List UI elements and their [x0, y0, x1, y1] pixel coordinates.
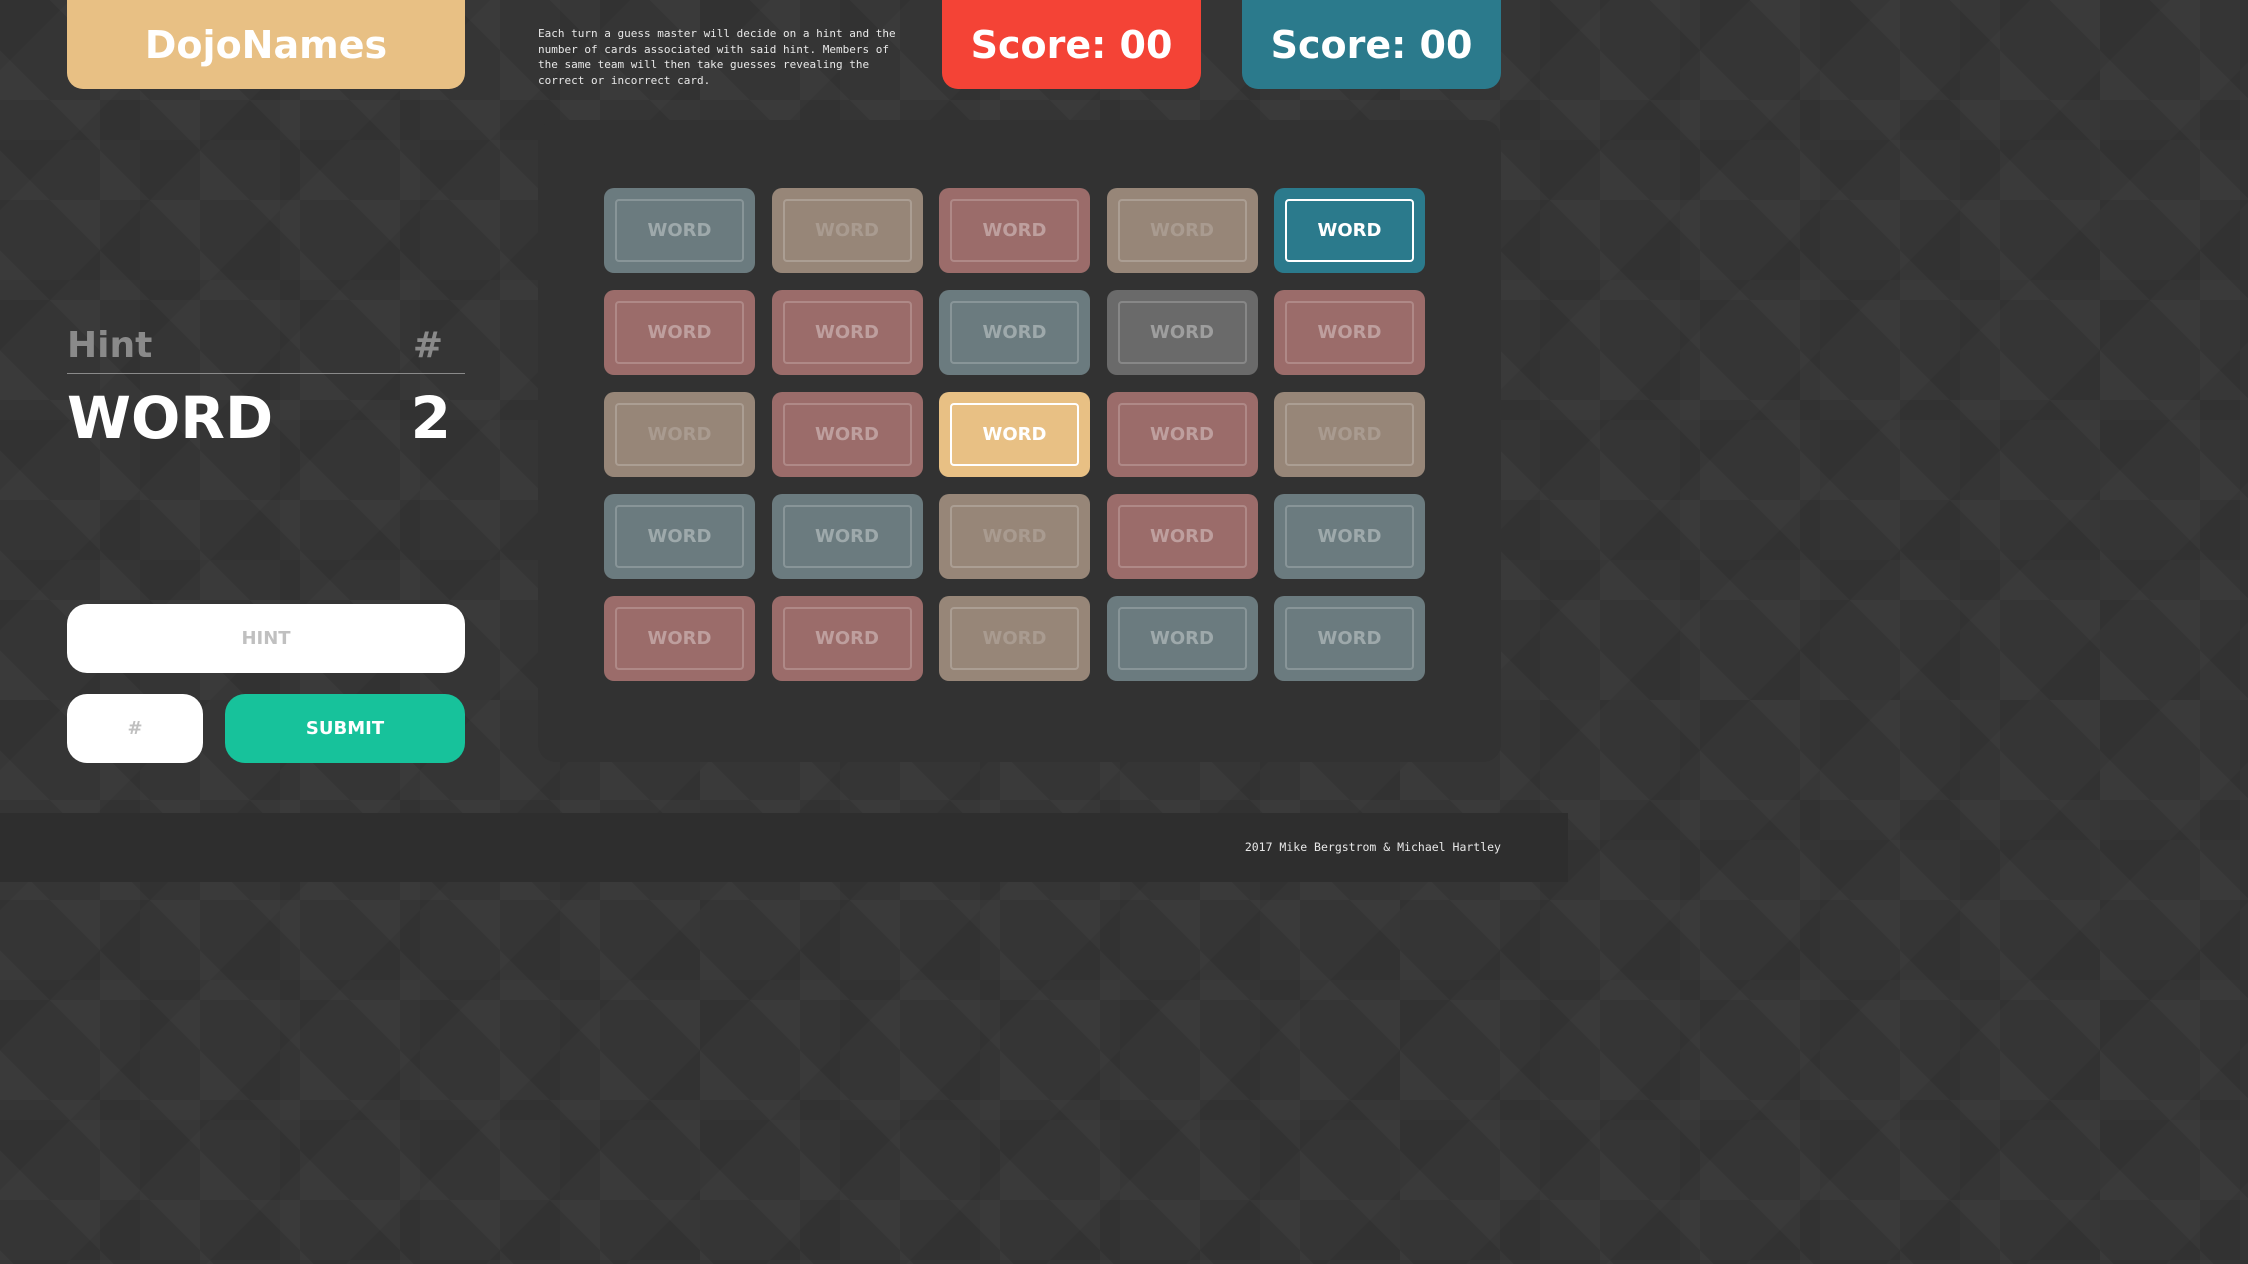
word-card[interactable]: WORD — [939, 290, 1090, 375]
game-board: WORD WORD WORD WORD WORD WORD WORD WORD WORD WORD… — [538, 120, 1501, 762]
word-card[interactable]: WORD — [771, 596, 923, 681]
word-card[interactable]: WORD — [771, 494, 923, 579]
word-card-label: WORD — [615, 199, 744, 262]
word-card[interactable]: WORD — [604, 392, 755, 477]
word-card[interactable]: WORD — [604, 188, 755, 273]
app-logo: DojoNames — [67, 0, 465, 89]
word-card[interactable]: WORD — [1274, 290, 1425, 375]
word-card-label: WORD — [1117, 505, 1247, 568]
word-card-label: WORD — [615, 403, 744, 466]
word-card[interactable]: WORD — [604, 290, 755, 375]
word-card-label: WORD — [1117, 301, 1247, 364]
submit-button[interactable]: SUBMIT — [225, 694, 465, 763]
count-input[interactable] — [67, 694, 203, 763]
word-card-label: WORD — [1285, 607, 1414, 670]
hint-input[interactable] — [67, 604, 465, 673]
word-card[interactable]: WORD — [939, 494, 1090, 579]
word-card[interactable]: WORD — [1274, 494, 1425, 579]
current-hint-word: WORD — [67, 384, 274, 452]
word-card[interactable]: WORD — [771, 188, 923, 273]
blue-team-score: Score: 00 — [1242, 0, 1501, 89]
word-card[interactable]: WORD — [1106, 494, 1258, 579]
word-card[interactable]: WORD — [939, 392, 1090, 477]
word-card[interactable]: WORD — [1274, 596, 1425, 681]
word-card[interactable]: WORD — [1106, 596, 1258, 681]
red-team-score: Score: 00 — [942, 0, 1201, 89]
word-card[interactable]: WORD — [1274, 392, 1425, 477]
word-card-label: WORD — [782, 301, 912, 364]
word-card[interactable]: WORD — [939, 596, 1090, 681]
word-card-label: WORD — [950, 199, 1079, 262]
word-card-label: WORD — [782, 505, 912, 568]
word-card[interactable]: WORD — [1106, 392, 1258, 477]
card-grid: WORD WORD WORD WORD WORD WORD WORD WORD WORD WORD… — [604, 188, 1425, 681]
word-card-label: WORD — [1117, 199, 1247, 262]
word-card-label: WORD — [950, 505, 1079, 568]
current-hint-count: 2 — [410, 384, 451, 452]
count-label: # — [412, 325, 443, 366]
word-card[interactable]: WORD — [939, 188, 1090, 273]
word-card-label: WORD — [950, 301, 1079, 364]
word-card-label: WORD — [615, 607, 744, 670]
word-card[interactable]: WORD — [771, 290, 923, 375]
hint-label: Hint — [67, 325, 153, 366]
word-card-label: WORD — [1285, 505, 1414, 568]
word-card-label: WORD — [615, 505, 744, 568]
game-instructions: Each turn a guess master will decide on … — [538, 27, 896, 87]
hint-header: Hint # — [67, 318, 465, 374]
word-card-label: WORD — [782, 199, 912, 262]
word-card[interactable]: WORD — [1274, 188, 1425, 273]
word-card[interactable]: WORD — [1106, 290, 1258, 375]
word-card[interactable]: WORD — [604, 494, 755, 579]
word-card[interactable]: WORD — [604, 596, 755, 681]
current-hint: WORD 2 — [67, 384, 465, 452]
word-card-label: WORD — [1285, 199, 1414, 262]
word-card-label: WORD — [1285, 403, 1414, 466]
word-card-label: WORD — [615, 301, 744, 364]
word-card-label: WORD — [1117, 607, 1247, 670]
word-card[interactable]: WORD — [1106, 188, 1258, 273]
footer-credit: 2017 Mike Bergstrom & Michael Hartley — [1244, 840, 1501, 854]
word-card-label: WORD — [1285, 301, 1414, 364]
word-card-label: WORD — [782, 403, 912, 466]
word-card-label: WORD — [1117, 403, 1247, 466]
word-card-label: WORD — [950, 403, 1079, 466]
word-card-label: WORD — [782, 607, 912, 670]
word-card[interactable]: WORD — [771, 392, 923, 477]
word-card-label: WORD — [950, 607, 1079, 670]
footer: 2017 Mike Bergstrom & Michael Hartley — [0, 813, 1568, 882]
